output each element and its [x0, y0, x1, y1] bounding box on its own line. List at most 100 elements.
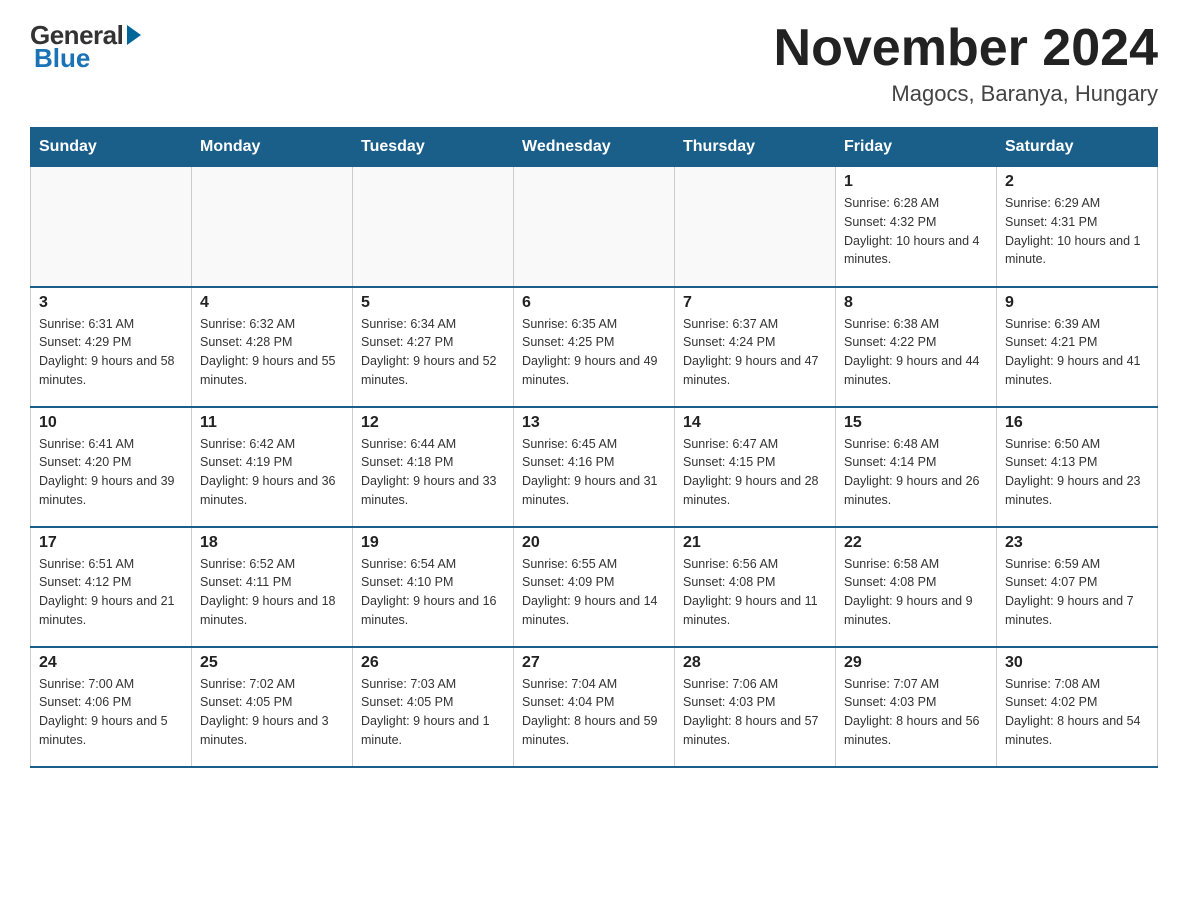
sun-info: Sunrise: 6:35 AMSunset: 4:25 PMDaylight:… — [522, 315, 666, 390]
calendar-cell: 27 Sunrise: 7:04 AMSunset: 4:04 PMDayligh… — [514, 647, 675, 767]
calendar-cell: 29 Sunrise: 7:07 AMSunset: 4:03 PMDayligh… — [836, 647, 997, 767]
day-number: 21 — [683, 534, 827, 552]
calendar-cell: 23 Sunrise: 6:59 AMSunset: 4:07 PMDayligh… — [997, 527, 1158, 647]
calendar-cell: 24 Sunrise: 7:00 AMSunset: 4:06 PMDayligh… — [31, 647, 192, 767]
day-number: 30 — [1005, 654, 1149, 672]
calendar-week-row: 1 Sunrise: 6:28 AMSunset: 4:32 PMDaylight… — [31, 167, 1158, 287]
calendar-cell: 20 Sunrise: 6:55 AMSunset: 4:09 PMDayligh… — [514, 527, 675, 647]
calendar-cell — [31, 167, 192, 287]
calendar-cell: 17 Sunrise: 6:51 AMSunset: 4:12 PMDayligh… — [31, 527, 192, 647]
calendar-cell — [192, 167, 353, 287]
sun-info: Sunrise: 6:44 AMSunset: 4:18 PMDaylight:… — [361, 435, 505, 510]
location-text: Magocs, Baranya, Hungary — [774, 81, 1158, 107]
day-number: 10 — [39, 414, 183, 432]
day-number: 3 — [39, 294, 183, 312]
day-number: 12 — [361, 414, 505, 432]
calendar-cell: 15Sunrise: 6:48 AMSunset: 4:14 PMDayligh… — [836, 407, 997, 527]
header-sunday: Sunday — [31, 128, 192, 167]
calendar-cell: 21 Sunrise: 6:56 AMSunset: 4:08 PMDayligh… — [675, 527, 836, 647]
calendar-cell — [675, 167, 836, 287]
day-number: 16 — [1005, 414, 1149, 432]
day-number: 19 — [361, 534, 505, 552]
sun-info: Sunrise: 6:29 AMSunset: 4:31 PMDaylight:… — [1005, 194, 1149, 269]
sun-info: Sunrise: 7:07 AMSunset: 4:03 PMDaylight:… — [844, 675, 988, 750]
calendar-cell — [353, 167, 514, 287]
calendar-cell: 3 Sunrise: 6:31 AMSunset: 4:29 PMDaylight… — [31, 287, 192, 407]
calendar-cell: 13 Sunrise: 6:45 AMSunset: 4:16 PMDayligh… — [514, 407, 675, 527]
day-number: 2 — [1005, 173, 1149, 191]
sun-info: Sunrise: 7:06 AMSunset: 4:03 PMDaylight:… — [683, 675, 827, 750]
calendar-cell: 2 Sunrise: 6:29 AMSunset: 4:31 PMDaylight… — [997, 167, 1158, 287]
calendar-week-row: 10 Sunrise: 6:41 AMSunset: 4:20 PMDayligh… — [31, 407, 1158, 527]
day-number: 23 — [1005, 534, 1149, 552]
calendar-cell: 5Sunrise: 6:34 AMSunset: 4:27 PMDaylight… — [353, 287, 514, 407]
calendar-header-row: SundayMondayTuesdayWednesdayThursdayFrid… — [31, 128, 1158, 167]
header-wednesday: Wednesday — [514, 128, 675, 167]
sun-info: Sunrise: 6:47 AMSunset: 4:15 PMDaylight:… — [683, 435, 827, 510]
calendar-cell: 25 Sunrise: 7:02 AMSunset: 4:05 PMDayligh… — [192, 647, 353, 767]
sun-info: Sunrise: 6:28 AMSunset: 4:32 PMDaylight:… — [844, 194, 988, 269]
sun-info: Sunrise: 6:31 AMSunset: 4:29 PMDaylight:… — [39, 315, 183, 390]
calendar-cell: 22Sunrise: 6:58 AMSunset: 4:08 PMDayligh… — [836, 527, 997, 647]
calendar-cell: 14 Sunrise: 6:47 AMSunset: 4:15 PMDayligh… — [675, 407, 836, 527]
sun-info: Sunrise: 6:38 AMSunset: 4:22 PMDaylight:… — [844, 315, 988, 390]
day-number: 26 — [361, 654, 505, 672]
sun-info: Sunrise: 6:48 AMSunset: 4:14 PMDaylight:… — [844, 435, 988, 510]
sun-info: Sunrise: 6:39 AMSunset: 4:21 PMDaylight:… — [1005, 315, 1149, 390]
day-number: 11 — [200, 414, 344, 432]
day-number: 8 — [844, 294, 988, 312]
day-number: 1 — [844, 173, 988, 191]
sun-info: Sunrise: 6:55 AMSunset: 4:09 PMDaylight:… — [522, 555, 666, 630]
sun-info: Sunrise: 6:41 AMSunset: 4:20 PMDaylight:… — [39, 435, 183, 510]
calendar-cell: 9 Sunrise: 6:39 AMSunset: 4:21 PMDaylight… — [997, 287, 1158, 407]
sun-info: Sunrise: 7:02 AMSunset: 4:05 PMDaylight:… — [200, 675, 344, 750]
sun-info: Sunrise: 7:08 AMSunset: 4:02 PMDaylight:… — [1005, 675, 1149, 750]
calendar-cell: 18Sunrise: 6:52 AMSunset: 4:11 PMDayligh… — [192, 527, 353, 647]
day-number: 7 — [683, 294, 827, 312]
calendar-cell: 19 Sunrise: 6:54 AMSunset: 4:10 PMDayligh… — [353, 527, 514, 647]
logo-arrow-icon — [127, 25, 141, 45]
page-header: General Blue November 2024 Magocs, Baran… — [30, 20, 1158, 107]
day-number: 14 — [683, 414, 827, 432]
day-number: 20 — [522, 534, 666, 552]
day-number: 25 — [200, 654, 344, 672]
logo-blue-text: Blue — [30, 43, 90, 74]
sun-info: Sunrise: 6:32 AMSunset: 4:28 PMDaylight:… — [200, 315, 344, 390]
calendar-cell: 30 Sunrise: 7:08 AMSunset: 4:02 PMDayligh… — [997, 647, 1158, 767]
sun-info: Sunrise: 6:51 AMSunset: 4:12 PMDaylight:… — [39, 555, 183, 630]
day-number: 6 — [522, 294, 666, 312]
calendar-table: SundayMondayTuesdayWednesdayThursdayFrid… — [30, 127, 1158, 768]
day-number: 17 — [39, 534, 183, 552]
sun-info: Sunrise: 7:04 AMSunset: 4:04 PMDaylight:… — [522, 675, 666, 750]
calendar-cell: 28Sunrise: 7:06 AMSunset: 4:03 PMDayligh… — [675, 647, 836, 767]
header-friday: Friday — [836, 128, 997, 167]
day-number: 13 — [522, 414, 666, 432]
header-tuesday: Tuesday — [353, 128, 514, 167]
calendar-cell: 26 Sunrise: 7:03 AMSunset: 4:05 PMDayligh… — [353, 647, 514, 767]
calendar-cell — [514, 167, 675, 287]
header-thursday: Thursday — [675, 128, 836, 167]
calendar-cell: 11 Sunrise: 6:42 AMSunset: 4:19 PMDayligh… — [192, 407, 353, 527]
calendar-week-row: 3 Sunrise: 6:31 AMSunset: 4:29 PMDaylight… — [31, 287, 1158, 407]
sun-info: Sunrise: 7:03 AMSunset: 4:05 PMDaylight:… — [361, 675, 505, 750]
calendar-cell: 8 Sunrise: 6:38 AMSunset: 4:22 PMDaylight… — [836, 287, 997, 407]
sun-info: Sunrise: 6:42 AMSunset: 4:19 PMDaylight:… — [200, 435, 344, 510]
sun-info: Sunrise: 7:00 AMSunset: 4:06 PMDaylight:… — [39, 675, 183, 750]
calendar-week-row: 24 Sunrise: 7:00 AMSunset: 4:06 PMDayligh… — [31, 647, 1158, 767]
sun-info: Sunrise: 6:54 AMSunset: 4:10 PMDaylight:… — [361, 555, 505, 630]
logo: General Blue — [30, 20, 141, 74]
calendar-cell: 12 Sunrise: 6:44 AMSunset: 4:18 PMDayligh… — [353, 407, 514, 527]
day-number: 18 — [200, 534, 344, 552]
header-monday: Monday — [192, 128, 353, 167]
day-number: 24 — [39, 654, 183, 672]
sun-info: Sunrise: 6:56 AMSunset: 4:08 PMDaylight:… — [683, 555, 827, 630]
day-number: 27 — [522, 654, 666, 672]
sun-info: Sunrise: 6:45 AMSunset: 4:16 PMDaylight:… — [522, 435, 666, 510]
sun-info: Sunrise: 6:50 AMSunset: 4:13 PMDaylight:… — [1005, 435, 1149, 510]
day-number: 9 — [1005, 294, 1149, 312]
sun-info: Sunrise: 6:34 AMSunset: 4:27 PMDaylight:… — [361, 315, 505, 390]
day-number: 29 — [844, 654, 988, 672]
sun-info: Sunrise: 6:59 AMSunset: 4:07 PMDaylight:… — [1005, 555, 1149, 630]
day-number: 4 — [200, 294, 344, 312]
calendar-cell: 16 Sunrise: 6:50 AMSunset: 4:13 PMDayligh… — [997, 407, 1158, 527]
